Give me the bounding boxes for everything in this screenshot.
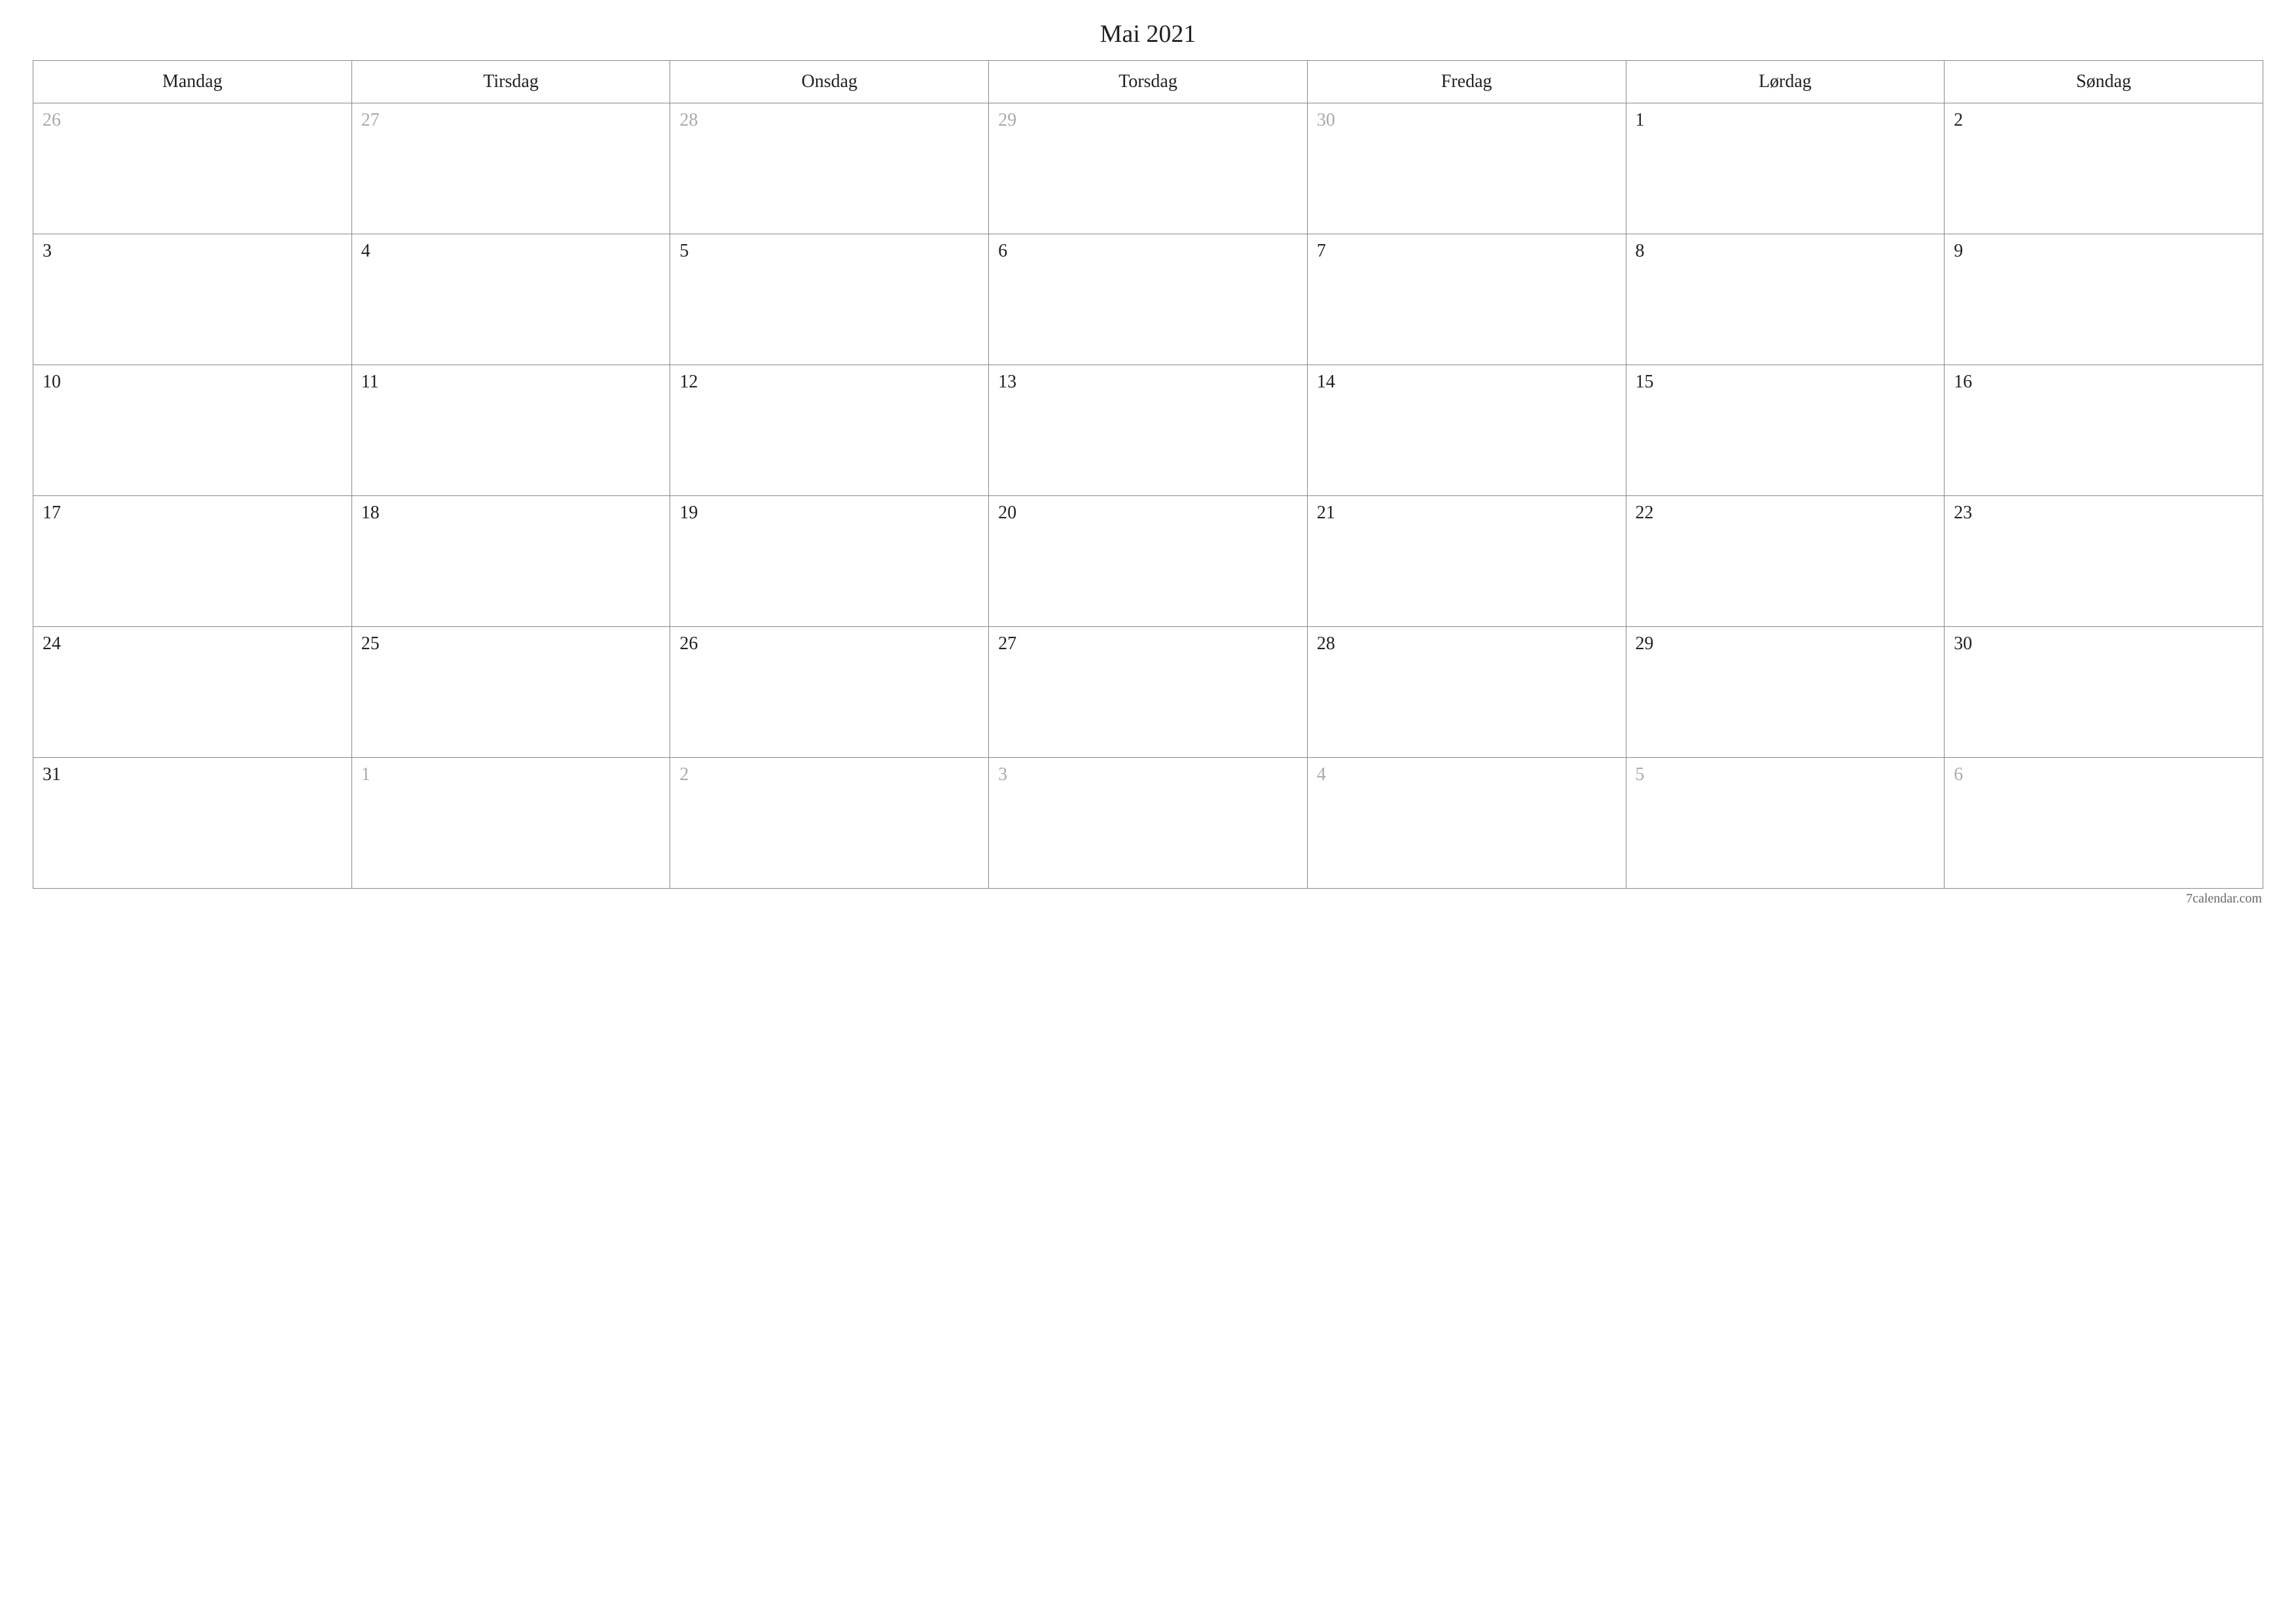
calendar-day-cell: 16 — [1945, 365, 2263, 496]
calendar-day-cell: 1 — [1626, 103, 1945, 234]
calendar-body: 2627282930123456789101112131415161718192… — [33, 103, 2263, 889]
calendar-day-cell: 30 — [1945, 627, 2263, 758]
calendar-day-cell: 10 — [33, 365, 352, 496]
calendar-day-cell: 25 — [351, 627, 670, 758]
calendar-day-cell: 20 — [989, 496, 1308, 627]
calendar-week-row: 10111213141516 — [33, 365, 2263, 496]
calendar-day-cell: 30 — [1307, 103, 1626, 234]
calendar-day-cell: 13 — [989, 365, 1308, 496]
weekday-header: Tirsdag — [351, 61, 670, 103]
calendar-day-cell: 18 — [351, 496, 670, 627]
calendar-day-cell: 3 — [989, 758, 1308, 889]
weekday-header: Søndag — [1945, 61, 2263, 103]
calendar-day-cell: 7 — [1307, 234, 1626, 365]
calendar-day-cell: 26 — [33, 103, 352, 234]
calendar-day-cell: 29 — [1626, 627, 1945, 758]
calendar-day-cell: 1 — [351, 758, 670, 889]
calendar-day-cell: 24 — [33, 627, 352, 758]
calendar-day-cell: 22 — [1626, 496, 1945, 627]
calendar-day-cell: 15 — [1626, 365, 1945, 496]
calendar-grid: Mandag Tirsdag Onsdag Torsdag Fredag Lør… — [33, 60, 2263, 889]
calendar-week-row: 31123456 — [33, 758, 2263, 889]
calendar-day-cell: 4 — [1307, 758, 1626, 889]
calendar-day-cell: 8 — [1626, 234, 1945, 365]
calendar-day-cell: 27 — [351, 103, 670, 234]
weekday-header: Mandag — [33, 61, 352, 103]
calendar-day-cell: 4 — [351, 234, 670, 365]
calendar-day-cell: 11 — [351, 365, 670, 496]
calendar-day-cell: 5 — [670, 234, 989, 365]
calendar-week-row: 17181920212223 — [33, 496, 2263, 627]
weekday-header: Fredag — [1307, 61, 1626, 103]
calendar-day-cell: 3 — [33, 234, 352, 365]
calendar-week-row: 24252627282930 — [33, 627, 2263, 758]
calendar-title: Mai 2021 — [33, 20, 2263, 48]
calendar-day-cell: 5 — [1626, 758, 1945, 889]
footer-credit: 7calendar.com — [33, 891, 2263, 906]
calendar-week-row: 262728293012 — [33, 103, 2263, 234]
weekday-header: Lørdag — [1626, 61, 1945, 103]
calendar-day-cell: 14 — [1307, 365, 1626, 496]
calendar-day-cell: 27 — [989, 627, 1308, 758]
calendar-day-cell: 12 — [670, 365, 989, 496]
weekday-header: Onsdag — [670, 61, 989, 103]
calendar-day-cell: 29 — [989, 103, 1308, 234]
calendar-day-cell: 17 — [33, 496, 352, 627]
calendar-day-cell: 6 — [989, 234, 1308, 365]
calendar-day-cell: 26 — [670, 627, 989, 758]
calendar-day-cell: 19 — [670, 496, 989, 627]
calendar-day-cell: 23 — [1945, 496, 2263, 627]
calendar-day-cell: 9 — [1945, 234, 2263, 365]
calendar-day-cell: 28 — [1307, 627, 1626, 758]
calendar-week-row: 3456789 — [33, 234, 2263, 365]
calendar-day-cell: 31 — [33, 758, 352, 889]
calendar-day-cell: 21 — [1307, 496, 1626, 627]
calendar-day-cell: 2 — [1945, 103, 2263, 234]
calendar-day-cell: 28 — [670, 103, 989, 234]
weekday-header-row: Mandag Tirsdag Onsdag Torsdag Fredag Lør… — [33, 61, 2263, 103]
calendar-day-cell: 6 — [1945, 758, 2263, 889]
calendar-day-cell: 2 — [670, 758, 989, 889]
weekday-header: Torsdag — [989, 61, 1308, 103]
